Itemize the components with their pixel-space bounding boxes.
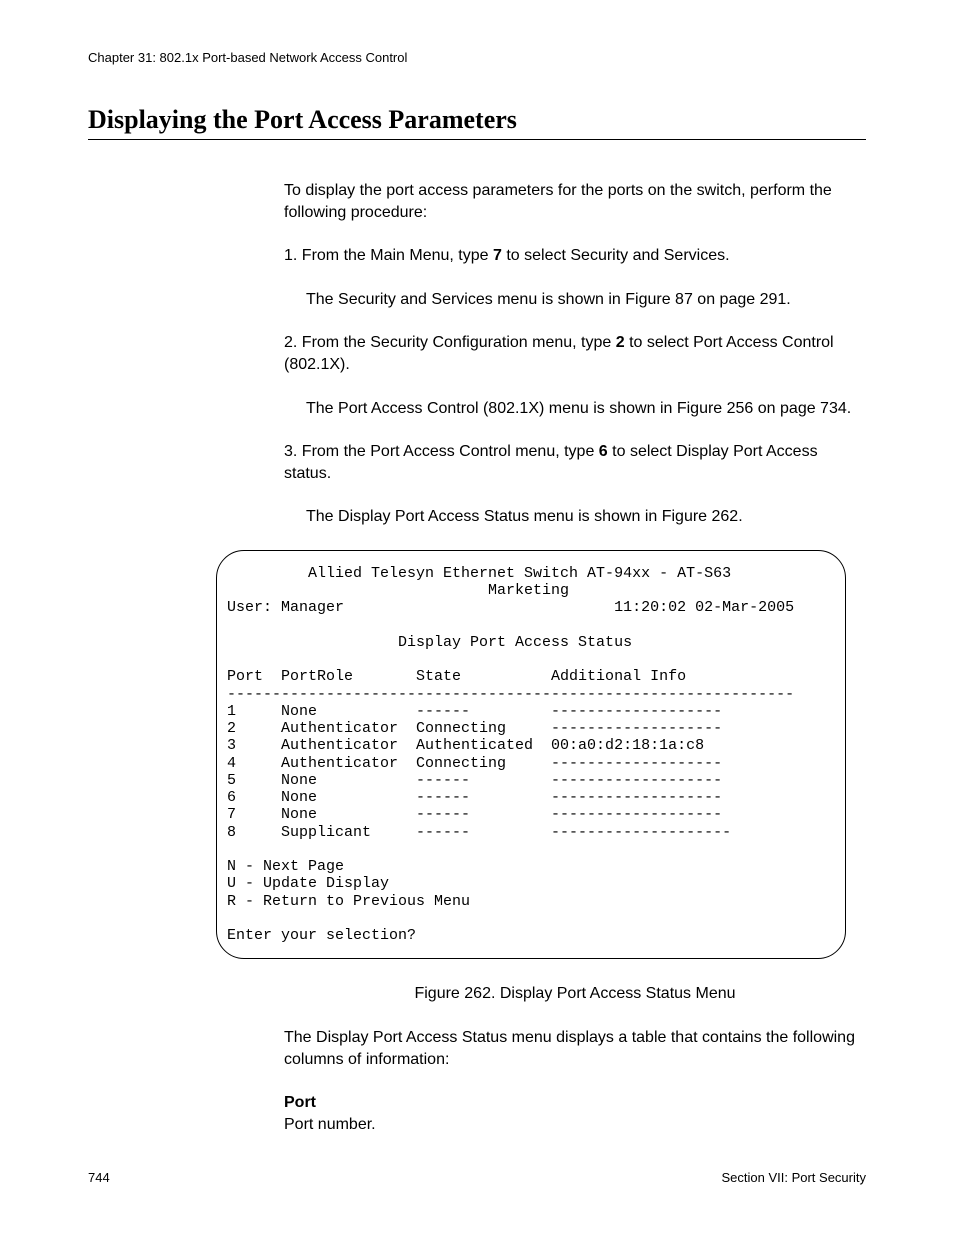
term-row-4: 4 Authenticator Connecting -------------… (227, 755, 722, 772)
after-terminal: Figure 262. Display Port Access Status M… (284, 983, 866, 1135)
after-figure-paragraph: The Display Port Access Status menu disp… (284, 1027, 866, 1070)
step-3-pre: 3. From the Port Access Control menu, ty… (284, 443, 599, 460)
chapter-header: Chapter 31: 802.1x Port-based Network Ac… (88, 50, 866, 65)
term-user-line: User: Manager 11:20:02 02-Mar-2005 (227, 599, 794, 616)
page: Chapter 31: 802.1x Port-based Network Ac… (0, 0, 954, 1235)
term-title-1: Allied Telesyn Ethernet Switch AT-94xx -… (227, 565, 731, 582)
terminal-window: Allied Telesyn Ethernet Switch AT-94xx -… (216, 550, 846, 960)
term-row-3: 3 Authenticator Authenticated 00:a0:d2:1… (227, 737, 704, 754)
definition-term-port: Port (284, 1092, 866, 1114)
step-3-note: The Display Port Access Status menu is s… (306, 506, 866, 528)
term-prompt: Enter your selection? (227, 927, 416, 944)
step-1: 1. From the Main Menu, type 7 to select … (284, 245, 866, 267)
intro-paragraph: To display the port access parameters fo… (284, 180, 866, 223)
step-2: 2. From the Security Configuration menu,… (284, 332, 866, 375)
step-1-note: The Security and Services menu is shown … (306, 289, 866, 311)
term-title-2: Marketing (227, 582, 569, 599)
term-subtitle: Display Port Access Status (227, 634, 632, 651)
body-content: To display the port access parameters fo… (284, 180, 866, 528)
term-nav-update: U - Update Display (227, 875, 389, 892)
term-nav-return: R - Return to Previous Menu (227, 893, 470, 910)
step-3-key: 6 (599, 443, 608, 460)
page-number: 744 (88, 1170, 110, 1185)
figure-caption: Figure 262. Display Port Access Status M… (284, 983, 866, 1005)
step-2-note: The Port Access Control (802.1X) menu is… (306, 398, 866, 420)
term-col-header: Port PortRole State Additional Info (227, 668, 686, 685)
term-nav-next: N - Next Page (227, 858, 344, 875)
term-row-2: 2 Authenticator Connecting -------------… (227, 720, 722, 737)
term-row-7: 7 None ------ ------------------- (227, 806, 722, 823)
step-2-key: 2 (616, 334, 625, 351)
step-3: 3. From the Port Access Control menu, ty… (284, 441, 866, 484)
terminal-content: Allied Telesyn Ethernet Switch AT-94xx -… (216, 550, 846, 960)
term-row-6: 6 None ------ ------------------- (227, 789, 722, 806)
step-1-pre: 1. From the Main Menu, type (284, 247, 493, 264)
section-title: Displaying the Port Access Parameters (88, 105, 866, 140)
step-1-post: to select Security and Services. (502, 247, 730, 264)
step-2-pre: 2. From the Security Configuration menu,… (284, 334, 616, 351)
term-row-5: 5 None ------ ------------------- (227, 772, 722, 789)
page-footer: 744 Section VII: Port Security (88, 1170, 866, 1185)
term-row-1: 1 None ------ ------------------- (227, 703, 722, 720)
footer-section: Section VII: Port Security (721, 1170, 866, 1185)
definition-desc-port: Port number. (284, 1114, 866, 1136)
term-row-8: 8 Supplicant ------ -------------------- (227, 824, 731, 841)
term-divider: ----------------------------------------… (227, 686, 794, 703)
step-1-key: 7 (493, 247, 502, 264)
